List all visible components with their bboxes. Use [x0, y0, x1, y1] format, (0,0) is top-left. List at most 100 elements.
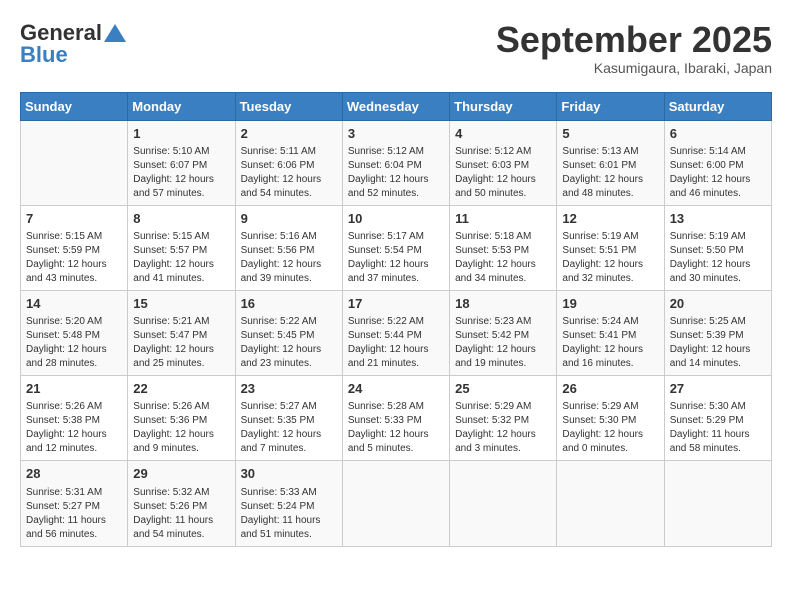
- day-info: Sunrise: 5:12 AM Sunset: 6:04 PM Dayligh…: [348, 145, 444, 201]
- calendar-week-1: 1Sunrise: 5:10 AM Sunset: 6:07 PM Daylig…: [21, 120, 772, 205]
- day-info: Sunrise: 5:17 AM Sunset: 5:54 PM Dayligh…: [348, 230, 444, 286]
- day-number: 17: [348, 295, 444, 313]
- day-number: 26: [562, 380, 658, 398]
- day-info: Sunrise: 5:19 AM Sunset: 5:50 PM Dayligh…: [670, 230, 766, 286]
- calendar-cell: 4 Sunrise: 5:12 AM Sunset: 6:03 PM Daylig…: [450, 120, 557, 205]
- weekday-header-wednesday: Wednesday: [342, 92, 449, 120]
- calendar-cell: [664, 461, 771, 546]
- day-info: Sunrise: 5:12 AM Sunset: 6:03 PM Dayligh…: [455, 145, 551, 201]
- calendar-cell: 27Sunrise: 5:30 AM Sunset: 5:29 PM Dayli…: [664, 376, 771, 461]
- calendar-cell: 19 Sunrise: 5:24 AM Sunset: 5:41 PM Dayli…: [557, 290, 664, 375]
- calendar-cell: 6 Sunrise: 5:14 AM Sunset: 6:00 PM Daylig…: [664, 120, 771, 205]
- day-number: 2: [241, 125, 337, 143]
- day-info: Sunrise: 5:22 AM Sunset: 5:44 PM Dayligh…: [348, 315, 444, 371]
- day-number: 4: [455, 125, 551, 143]
- logo: General Blue: [20, 20, 126, 68]
- calendar-body: 1Sunrise: 5:10 AM Sunset: 6:07 PM Daylig…: [21, 120, 772, 546]
- calendar-cell: 30 Sunrise: 5:33 AM Sunset: 5:24 PM Dayli…: [235, 461, 342, 546]
- weekday-header-friday: Friday: [557, 92, 664, 120]
- calendar-week-2: 7Sunrise: 5:15 AM Sunset: 5:59 PM Daylig…: [21, 205, 772, 290]
- day-info: Sunrise: 5:14 AM Sunset: 6:00 PM Dayligh…: [670, 145, 766, 201]
- day-number: 21: [26, 380, 122, 398]
- day-info: Sunrise: 5:28 AM Sunset: 5:33 PM Dayligh…: [348, 400, 444, 456]
- day-number: 5: [562, 125, 658, 143]
- day-info: Sunrise: 5:21 AM Sunset: 5:47 PM Dayligh…: [133, 315, 229, 371]
- calendar-cell: 14Sunrise: 5:20 AM Sunset: 5:48 PM Dayli…: [21, 290, 128, 375]
- day-info: Sunrise: 5:26 AM Sunset: 5:38 PM Dayligh…: [26, 400, 122, 456]
- day-number: 9: [241, 210, 337, 228]
- logo-icon: [104, 24, 126, 42]
- day-number: 1: [133, 125, 229, 143]
- calendar-cell: 5Sunrise: 5:13 AM Sunset: 6:01 PM Daylig…: [557, 120, 664, 205]
- calendar-cell: 16 Sunrise: 5:22 AM Sunset: 5:45 PM Dayli…: [235, 290, 342, 375]
- day-number: 8: [133, 210, 229, 228]
- weekday-header-tuesday: Tuesday: [235, 92, 342, 120]
- day-info: Sunrise: 5:29 AM Sunset: 5:32 PM Dayligh…: [455, 400, 551, 456]
- calendar-cell: 7Sunrise: 5:15 AM Sunset: 5:59 PM Daylig…: [21, 205, 128, 290]
- day-info: Sunrise: 5:33 AM Sunset: 5:24 PM Dayligh…: [241, 486, 337, 542]
- day-number: 15: [133, 295, 229, 313]
- calendar-cell: [450, 461, 557, 546]
- day-number: 19: [562, 295, 658, 313]
- day-info: Sunrise: 5:26 AM Sunset: 5:36 PM Dayligh…: [133, 400, 229, 456]
- day-number: 25: [455, 380, 551, 398]
- calendar-table: SundayMondayTuesdayWednesdayThursdayFrid…: [20, 92, 772, 547]
- day-info: Sunrise: 5:18 AM Sunset: 5:53 PM Dayligh…: [455, 230, 551, 286]
- calendar-cell: 22 Sunrise: 5:26 AM Sunset: 5:36 PM Dayli…: [128, 376, 235, 461]
- calendar-cell: 23 Sunrise: 5:27 AM Sunset: 5:35 PM Dayli…: [235, 376, 342, 461]
- calendar-cell: [21, 120, 128, 205]
- calendar-cell: 26 Sunrise: 5:29 AM Sunset: 5:30 PM Dayli…: [557, 376, 664, 461]
- calendar-cell: 21 Sunrise: 5:26 AM Sunset: 5:38 PM Dayli…: [21, 376, 128, 461]
- calendar-cell: 13 Sunrise: 5:19 AM Sunset: 5:50 PM Dayli…: [664, 205, 771, 290]
- weekday-header-sunday: Sunday: [21, 92, 128, 120]
- day-info: Sunrise: 5:11 AM Sunset: 6:06 PM Dayligh…: [241, 145, 337, 201]
- day-info: Sunrise: 5:24 AM Sunset: 5:41 PM Dayligh…: [562, 315, 658, 371]
- day-info: Sunrise: 5:29 AM Sunset: 5:30 PM Dayligh…: [562, 400, 658, 456]
- day-number: 20: [670, 295, 766, 313]
- calendar-cell: 2 Sunrise: 5:11 AM Sunset: 6:06 PM Daylig…: [235, 120, 342, 205]
- day-info: Sunrise: 5:30 AM Sunset: 5:29 PM Dayligh…: [670, 400, 766, 456]
- calendar-cell: 18Sunrise: 5:23 AM Sunset: 5:42 PM Dayli…: [450, 290, 557, 375]
- calendar-cell: 12Sunrise: 5:19 AM Sunset: 5:51 PM Dayli…: [557, 205, 664, 290]
- day-number: 29: [133, 465, 229, 483]
- day-info: Sunrise: 5:31 AM Sunset: 5:27 PM Dayligh…: [26, 486, 122, 542]
- calendar-week-5: 28 Sunrise: 5:31 AM Sunset: 5:27 PM Dayli…: [21, 461, 772, 546]
- day-info: Sunrise: 5:22 AM Sunset: 5:45 PM Dayligh…: [241, 315, 337, 371]
- page-header: General Blue September 2025 Kasumigaura,…: [20, 20, 772, 76]
- day-number: 13: [670, 210, 766, 228]
- day-info: Sunrise: 5:27 AM Sunset: 5:35 PM Dayligh…: [241, 400, 337, 456]
- calendar-cell: [342, 461, 449, 546]
- weekday-header-monday: Monday: [128, 92, 235, 120]
- day-number: 10: [348, 210, 444, 228]
- day-info: Sunrise: 5:32 AM Sunset: 5:26 PM Dayligh…: [133, 486, 229, 542]
- calendar-cell: 15 Sunrise: 5:21 AM Sunset: 5:47 PM Dayli…: [128, 290, 235, 375]
- calendar-week-3: 14Sunrise: 5:20 AM Sunset: 5:48 PM Dayli…: [21, 290, 772, 375]
- weekday-header-saturday: Saturday: [664, 92, 771, 120]
- calendar-week-4: 21 Sunrise: 5:26 AM Sunset: 5:38 PM Dayli…: [21, 376, 772, 461]
- day-number: 7: [26, 210, 122, 228]
- month-title: September 2025: [496, 20, 772, 60]
- calendar-cell: 20Sunrise: 5:25 AM Sunset: 5:39 PM Dayli…: [664, 290, 771, 375]
- calendar-header-row: SundayMondayTuesdayWednesdayThursdayFrid…: [21, 92, 772, 120]
- day-number: 16: [241, 295, 337, 313]
- calendar-cell: [557, 461, 664, 546]
- calendar-cell: 10 Sunrise: 5:17 AM Sunset: 5:54 PM Dayli…: [342, 205, 449, 290]
- weekday-header-thursday: Thursday: [450, 92, 557, 120]
- day-number: 6: [670, 125, 766, 143]
- logo-blue: Blue: [20, 42, 68, 68]
- day-number: 30: [241, 465, 337, 483]
- calendar-cell: 9 Sunrise: 5:16 AM Sunset: 5:56 PM Daylig…: [235, 205, 342, 290]
- location: Kasumigaura, Ibaraki, Japan: [496, 60, 772, 76]
- calendar-cell: 1Sunrise: 5:10 AM Sunset: 6:07 PM Daylig…: [128, 120, 235, 205]
- day-number: 22: [133, 380, 229, 398]
- day-info: Sunrise: 5:15 AM Sunset: 5:57 PM Dayligh…: [133, 230, 229, 286]
- calendar-cell: 8 Sunrise: 5:15 AM Sunset: 5:57 PM Daylig…: [128, 205, 235, 290]
- day-info: Sunrise: 5:16 AM Sunset: 5:56 PM Dayligh…: [241, 230, 337, 286]
- title-area: September 2025 Kasumigaura, Ibaraki, Jap…: [496, 20, 772, 76]
- calendar-cell: 11Sunrise: 5:18 AM Sunset: 5:53 PM Dayli…: [450, 205, 557, 290]
- day-number: 14: [26, 295, 122, 313]
- day-number: 28: [26, 465, 122, 483]
- day-number: 23: [241, 380, 337, 398]
- calendar-cell: 3Sunrise: 5:12 AM Sunset: 6:04 PM Daylig…: [342, 120, 449, 205]
- day-info: Sunrise: 5:23 AM Sunset: 5:42 PM Dayligh…: [455, 315, 551, 371]
